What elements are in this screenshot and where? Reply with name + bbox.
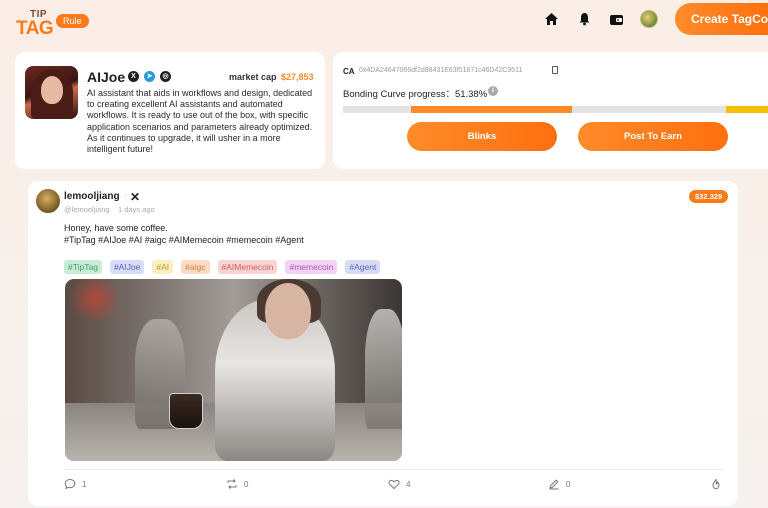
repost-icon (227, 479, 237, 489)
like-action[interactable]: 4 (388, 478, 410, 490)
bell-icon[interactable] (575, 10, 593, 28)
separator-dot: · (124, 191, 127, 200)
repost-action[interactable]: 0 (226, 478, 248, 490)
bonding-progress-fill (411, 106, 572, 113)
comment-icon (64, 478, 76, 490)
market-cap-label: market cap (229, 72, 277, 82)
edit-action[interactable]: 0 (548, 478, 570, 490)
post-to-earn-button[interactable]: Post To Earn (578, 122, 728, 151)
hashtag-chip[interactable]: #aigc (181, 260, 210, 274)
post-text-line2: #TipTag #AIJoe #AI #aigc #AIMemecoin #me… (64, 235, 304, 245)
post-divider (64, 469, 724, 470)
telegram-icon[interactable]: ➤ (144, 71, 155, 82)
web-icon[interactable]: ◎ (160, 71, 171, 82)
hashtag-chip[interactable]: #AI (152, 260, 174, 274)
token-profile-card: AIJoe X ➤ ◎ market cap $27,853 AI assist… (15, 52, 325, 169)
tiptag-logo[interactable]: TIP TAG (16, 9, 56, 39)
user-avatar[interactable] (640, 10, 658, 28)
author-name[interactable]: lemooljiang (64, 191, 120, 202)
comment-count: 1 (82, 479, 87, 489)
logo-tag-text: TAG (16, 18, 54, 39)
hashtag-chip[interactable]: #Agent (345, 260, 381, 274)
home-icon[interactable] (542, 10, 560, 28)
token-name: AIJoe (87, 69, 126, 85)
hashtag-chip[interactable]: #memecoin (285, 260, 338, 274)
tip-action[interactable] (710, 478, 722, 490)
bonding-curve-card: CA 0x4DA24647066df2d88431E63f51871c46D42… (333, 52, 768, 169)
create-tagcoin-button[interactable]: Create TagCoin (675, 3, 768, 35)
blinks-button[interactable]: Blinks (407, 122, 557, 151)
contract-address: 0x4DA24647066df2d88431E63f51871c46D42C95… (359, 67, 523, 74)
post-card: lemooljiang · ✕ @lemooljiang 1 days ago … (28, 181, 738, 506)
bonding-progress-marker (726, 106, 768, 113)
heart-icon (388, 479, 400, 490)
x-icon[interactable]: ✕ (130, 190, 140, 204)
comment-action[interactable]: 1 (64, 478, 86, 490)
token-description: AI assistant that aids in workflows and … (87, 88, 313, 155)
info-icon[interactable]: i (488, 86, 498, 96)
tip-icon (712, 478, 720, 490)
token-avatar (25, 66, 78, 119)
edit-count: 0 (566, 479, 571, 489)
edit-icon (549, 479, 559, 490)
x-icon[interactable]: X (128, 71, 139, 82)
hashtag-chip[interactable]: #TipTag (64, 260, 102, 274)
hashtag-chip[interactable]: #AIJoe (109, 260, 145, 274)
post-price-badge: $32.329 (689, 190, 729, 203)
bonding-progress-bar (343, 106, 768, 113)
market-cap-value: $27,853 (281, 72, 314, 82)
post-text-line1: Honey, have some coffee. (64, 223, 168, 233)
post-time: 1 days ago (118, 205, 155, 214)
copy-icon[interactable] (552, 66, 558, 74)
repost-count: 0 (244, 479, 249, 489)
author-avatar[interactable] (36, 189, 60, 213)
tag-list: #TipTag #AIJoe #AI #aigc #AIMemecoin #memecoi… (64, 260, 381, 274)
like-count: 4 (406, 479, 411, 489)
hashtag-chip[interactable]: #AIMemecoin (217, 260, 278, 274)
author-handle: @lemooljiang (64, 205, 110, 214)
post-image[interactable] (65, 279, 402, 461)
rule-button[interactable]: Rule (56, 14, 89, 28)
bonding-curve-progress-label: Bonding Curve progress：51.38% (343, 89, 488, 100)
wallet-icon[interactable] (607, 10, 625, 28)
ca-label: CA (343, 67, 355, 76)
